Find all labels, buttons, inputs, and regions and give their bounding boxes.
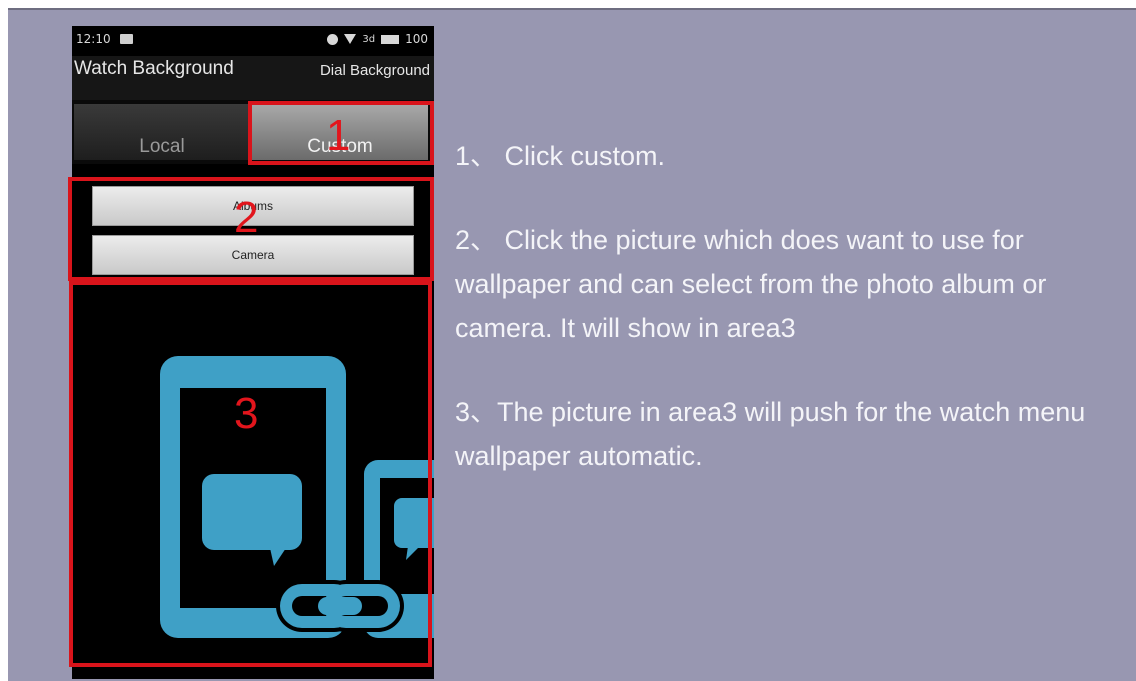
annotation-number-2: 2: [234, 193, 259, 242]
highlight-box-3: [69, 281, 432, 667]
status-icons: 3d 100: [327, 32, 428, 46]
status-time: 12:10: [76, 32, 111, 46]
dial-background-button[interactable]: Dial Background: [320, 62, 430, 79]
wifi-icon: [344, 34, 357, 44]
battery-level: 100: [405, 32, 428, 46]
annotation-number-3: 3: [234, 389, 259, 438]
tab-local[interactable]: Local: [74, 104, 250, 160]
instruction-step-3: 3、The picture in area3 will push for the…: [455, 397, 1086, 471]
annotation-number-1: 1: [326, 111, 351, 160]
instruction-step-2: 2、 Click the picture which does want to …: [455, 225, 1047, 343]
status-bar: 12:10 3d 100: [72, 26, 434, 56]
page-title: Watch Background: [74, 58, 234, 79]
app-bar: Watch Background Dial Background: [72, 56, 434, 100]
signal-icon: 3d: [362, 33, 376, 45]
instruction-step-1: 1、 Click custom.: [455, 141, 666, 171]
alarm-icon: [327, 33, 339, 45]
battery-icon: [381, 34, 400, 44]
image-notification-icon: [120, 34, 133, 44]
